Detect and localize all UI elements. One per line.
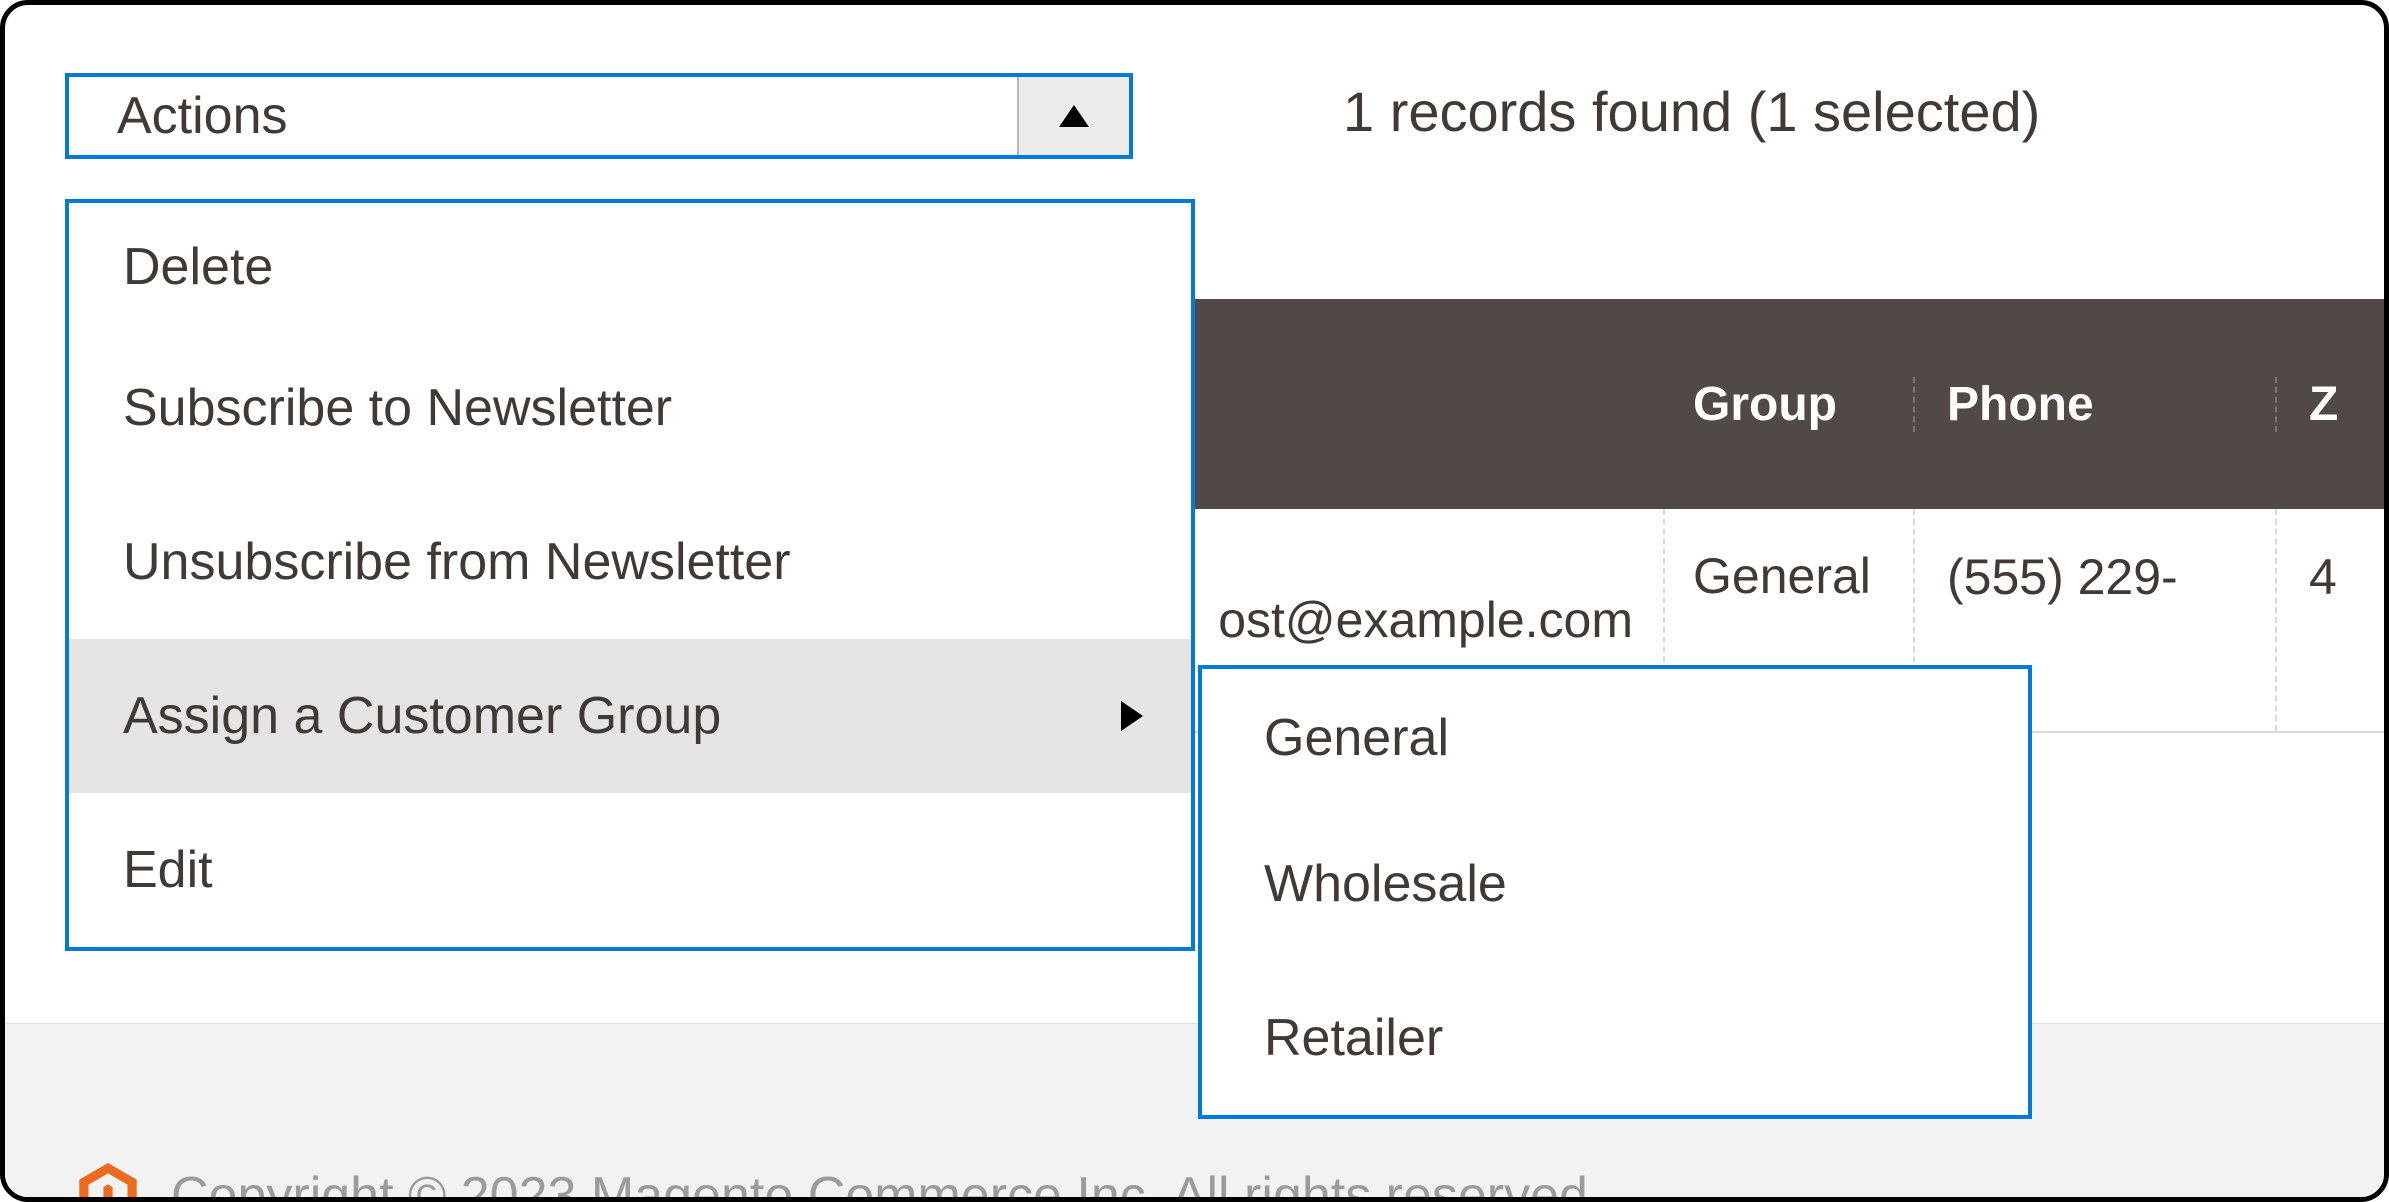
action-delete[interactable]: Delete: [69, 203, 1191, 331]
grid-header-z[interactable]: Z: [2277, 377, 2389, 432]
action-edit[interactable]: Edit: [69, 793, 1191, 947]
assign-group-submenu: General Wholesale Retailer: [1198, 665, 2032, 1119]
group-option-wholesale[interactable]: Wholesale: [1202, 807, 2028, 961]
actions-dropdown-toggle[interactable]: [1017, 77, 1129, 155]
action-unsubscribe-label: Unsubscribe from Newsletter: [123, 532, 791, 592]
actions-dropdown-label: Actions: [69, 77, 1017, 155]
actions-menu: Delete Subscribe to Newsletter Unsubscri…: [65, 199, 1195, 951]
grid-header-phone[interactable]: Phone: [1915, 377, 2277, 432]
toolbar: Actions 1 records found (1 selected): [65, 73, 2384, 173]
magento-logo-icon: [79, 1163, 137, 1202]
actions-dropdown[interactable]: Actions: [65, 73, 1133, 159]
action-assign-group[interactable]: Assign a Customer Group: [69, 639, 1191, 793]
action-delete-label: Delete: [123, 237, 273, 297]
action-assign-group-label: Assign a Customer Group: [123, 686, 721, 746]
group-option-retailer[interactable]: Retailer: [1202, 961, 2028, 1115]
group-option-general[interactable]: General: [1202, 669, 2028, 807]
action-subscribe[interactable]: Subscribe to Newsletter: [69, 331, 1191, 485]
action-edit-label: Edit: [123, 840, 213, 900]
submenu-arrow-icon: [1121, 701, 1143, 731]
grid-header-group[interactable]: Group: [1665, 377, 1915, 432]
caret-up-icon: [1059, 105, 1089, 127]
records-found-label: 1 records found (1 selected): [1343, 79, 2040, 144]
grid-cell-z: 4: [2277, 509, 2389, 731]
copyright-text: Copyright © 2023 Magento Commerce Inc. A…: [171, 1166, 1602, 1202]
app-frame: Actions 1 records found (1 selected) Gro…: [0, 0, 2389, 1202]
action-unsubscribe[interactable]: Unsubscribe from Newsletter: [69, 485, 1191, 639]
action-subscribe-label: Subscribe to Newsletter: [123, 378, 672, 438]
